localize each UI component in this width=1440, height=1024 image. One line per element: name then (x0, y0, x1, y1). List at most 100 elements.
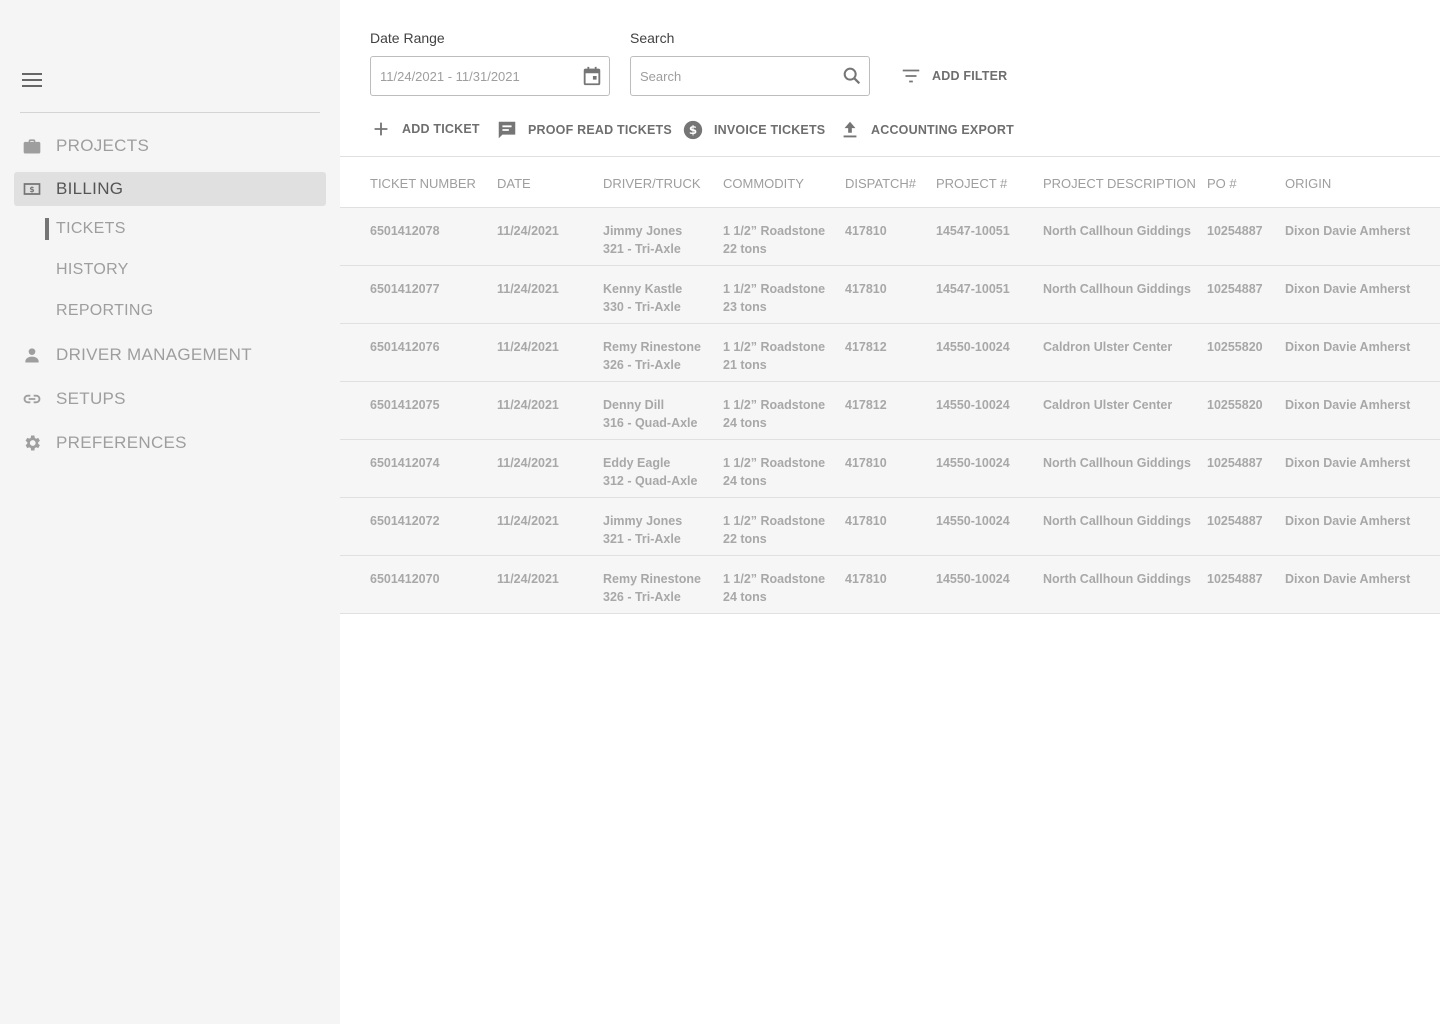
table-row[interactable]: 6501412070 11/24/2021 Remy Rinestone 326 - … (340, 556, 1440, 614)
search-icon[interactable] (841, 65, 863, 87)
column-header-project-description[interactable]: PROJECT DESCRIPTION (1043, 176, 1196, 191)
cell-date: 11/24/2021 (497, 454, 559, 472)
table-row[interactable]: 6501412072 11/24/2021 Jimmy Jones 321 - Tri… (340, 498, 1440, 556)
cell-driver-truck: Eddy Eagle 312 - Quad-Axle (603, 454, 697, 490)
cell-commodity-line: 1 1/2” Roadstone (723, 398, 826, 412)
column-header-date[interactable]: DATE (497, 176, 531, 191)
cell-date: 11/24/2021 (497, 570, 559, 588)
person-icon (25, 348, 39, 363)
cell-date: 11/24/2021 (497, 396, 559, 414)
cell-commodity-line: 1 1/2” Roadstone (723, 282, 826, 296)
add-ticket-button[interactable]: ADD TICKET (370, 116, 480, 142)
cell-driver-truck-line: Eddy Eagle (603, 456, 671, 470)
cell-po-number: 10255820 (1207, 338, 1263, 356)
table-row[interactable]: 6501412078 11/24/2021 Jimmy Jones 321 - Tri… (340, 208, 1440, 266)
cell-commodity: 1 1/2” Roadstone 22 tons (723, 512, 825, 548)
cell-commodity-line: 24 tons (723, 474, 767, 488)
cell-project-description: North Callhoun Giddings (1043, 222, 1191, 240)
cell-project-description-line: North Callhoun Giddings (1043, 456, 1191, 470)
cell-dispatch-line: 417810 (845, 456, 887, 470)
cell-project-description: North Callhoun Giddings (1043, 512, 1191, 530)
cell-ticket-number-line: 6501412072 (370, 514, 440, 528)
cell-dispatch: 417810 (845, 222, 887, 240)
table-row[interactable]: 6501412075 11/24/2021 Denny Dill 316 - Quad… (340, 382, 1440, 440)
search-field[interactable] (630, 56, 870, 96)
column-header-dispatch[interactable]: DISPATCH# (845, 176, 916, 191)
cell-driver-truck: Jimmy Jones 321 - Tri-Axle (603, 512, 682, 548)
cell-date: 11/24/2021 (497, 338, 559, 356)
add-filter-label: ADD FILTER (932, 69, 1008, 83)
cell-date-line: 11/24/2021 (497, 398, 559, 412)
tickets-table: TICKET NUMBER DATE DRIVER/TRUCK COMMODIT… (340, 156, 1440, 614)
add-ticket-label: ADD TICKET (402, 122, 480, 136)
cell-ticket-number-line: 6501412076 (370, 340, 440, 354)
cell-commodity-line: 1 1/2” Roadstone (723, 572, 826, 586)
hamburger-menu-icon[interactable] (22, 71, 42, 89)
cell-project-description: Caldron Ulster Center (1043, 338, 1172, 356)
cell-date-line: 11/24/2021 (497, 282, 559, 296)
cell-dispatch: 417810 (845, 280, 887, 298)
cell-ticket-number-line: 6501412074 (370, 456, 440, 470)
cell-po-number: 10254887 (1207, 454, 1263, 472)
cell-origin-line: Dixon Davie Amherst (1285, 398, 1411, 412)
cell-project-number-line: 14547-10051 (936, 224, 1010, 238)
column-header-driver-truck[interactable]: DRIVER/TRUCK (603, 176, 701, 191)
cell-project-number-line: 14550-10024 (936, 456, 1010, 470)
cell-date-line: 11/24/2021 (497, 224, 559, 238)
cell-origin-line: Dixon Davie Amherst (1285, 456, 1411, 470)
column-header-origin[interactable]: ORIGIN (1285, 176, 1331, 191)
column-header-po-number[interactable]: PO # (1207, 176, 1237, 191)
cell-driver-truck: Denny Dill 316 - Quad-Axle (603, 396, 697, 432)
cell-po-number-line: 10254887 (1207, 456, 1263, 470)
cell-project-number-line: 14550-10024 (936, 572, 1010, 586)
cell-date: 11/24/2021 (497, 222, 559, 240)
cell-project-description-line: North Callhoun Giddings (1043, 572, 1191, 586)
cell-po-number-line: 10254887 (1207, 224, 1263, 238)
accounting-export-button[interactable]: ACCOUNTING EXPORT (839, 117, 1014, 143)
proof-read-tickets-button[interactable]: PROOF READ TICKETS (496, 117, 672, 143)
cell-project-description-line: North Callhoun Giddings (1043, 282, 1191, 296)
cell-po-number-line: 10254887 (1207, 514, 1263, 528)
date-range-field[interactable]: 11/24/2021 - 11/31/2021 (370, 56, 610, 96)
cell-commodity-line: 1 1/2” Roadstone (723, 340, 826, 354)
cell-po-number: 10254887 (1207, 512, 1263, 530)
table-body: 6501412078 11/24/2021 Jimmy Jones 321 - Tri… (340, 208, 1440, 614)
date-range-label: Date Range (370, 30, 445, 46)
cell-commodity-line: 23 tons (723, 300, 767, 314)
cell-origin: Dixon Davie Amherst (1285, 570, 1410, 588)
sidebar: PROJECTS $ BILLING TICKETS HISTORY REPOR… (0, 0, 340, 1024)
proof-read-tickets-label: PROOF READ TICKETS (528, 123, 672, 137)
sidebar-item-projects[interactable]: PROJECTS (14, 129, 326, 163)
table-row[interactable]: 6501412077 11/24/2021 Kenny Kastle 330 - Tr… (340, 266, 1440, 324)
search-input[interactable] (640, 66, 830, 86)
sidebar-item-label: DRIVER MANAGEMENT (56, 345, 252, 364)
cell-origin: Dixon Davie Amherst (1285, 280, 1410, 298)
cell-dispatch-line: 417810 (845, 514, 887, 528)
column-header-commodity[interactable]: COMMODITY (723, 176, 804, 191)
cell-project-description: North Callhoun Giddings (1043, 454, 1191, 472)
cell-commodity-line: 21 tons (723, 358, 767, 372)
calendar-icon[interactable] (581, 65, 603, 87)
cell-driver-truck-line: Remy Rinestone (603, 572, 701, 586)
column-header-ticket-number[interactable]: TICKET NUMBER (370, 176, 476, 191)
svg-text:$: $ (29, 185, 34, 194)
sidebar-item-preferences[interactable]: PREFERENCES (14, 426, 326, 460)
cell-project-description-line: North Callhoun Giddings (1043, 224, 1191, 238)
column-header-project-number[interactable]: PROJECT # (936, 176, 1007, 191)
cell-origin: Dixon Davie Amherst (1285, 512, 1410, 530)
sidebar-item-billing[interactable]: $ BILLING (14, 172, 326, 206)
cell-driver-truck-line: 312 - Quad-Axle (603, 474, 698, 488)
cell-driver-truck-line: Jimmy Jones (603, 514, 683, 528)
sidebar-item-label: PROJECTS (56, 136, 150, 155)
table-row[interactable]: 6501412074 11/24/2021 Eddy Eagle 312 - Quad… (340, 440, 1440, 498)
cell-date: 11/24/2021 (497, 512, 559, 530)
sidebar-item-setups[interactable]: SETUPS (14, 382, 326, 416)
comment-icon (498, 121, 516, 139)
invoice-tickets-button[interactable]: $ INVOICE TICKETS (682, 117, 825, 143)
cell-commodity-line: 22 tons (723, 532, 767, 546)
table-row[interactable]: 6501412076 11/24/2021 Remy Rinestone 326 - … (340, 324, 1440, 382)
cell-origin: Dixon Davie Amherst (1285, 338, 1410, 356)
sidebar-item-driver-management[interactable]: DRIVER MANAGEMENT (14, 338, 326, 372)
add-filter-button[interactable]: ADD FILTER (900, 63, 1007, 89)
cell-commodity-line: 1 1/2” Roadstone (723, 456, 826, 470)
